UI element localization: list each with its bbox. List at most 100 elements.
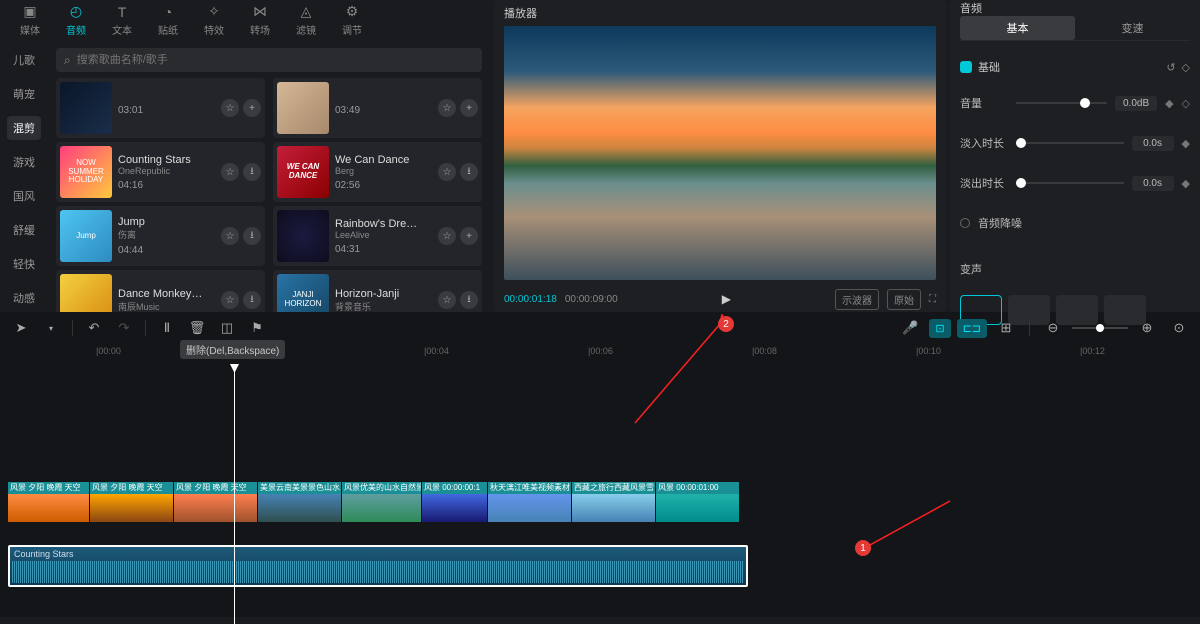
link-toggle[interactable]: ⊏⊐: [957, 319, 987, 338]
delete-tool[interactable]: 🗑: [184, 315, 210, 341]
add-download-icon[interactable]: +: [460, 99, 478, 117]
volume-stepper[interactable]: ◆: [1165, 97, 1173, 110]
music-card[interactable]: JANJI HORIZON Horizon-Janji 背景音乐 ☆ ⭳: [273, 270, 482, 312]
reset-icon[interactable]: ↺: [1166, 61, 1175, 74]
music-thumbnail: NOW SUMMER HOLIDAY: [60, 146, 112, 198]
music-artist: 南辰Music: [118, 300, 215, 313]
undo-button[interactable]: ↶: [81, 315, 107, 341]
add-download-icon[interactable]: +: [243, 99, 261, 117]
video-clip[interactable]: 风景 夕阳 晚霞 天空: [8, 482, 90, 522]
add-download-icon[interactable]: ⭳: [243, 163, 261, 181]
play-button[interactable]: ▶: [722, 292, 731, 306]
video-clip[interactable]: 风景优美的山水自然景: [342, 482, 422, 522]
tab-audio[interactable]: ◴音频: [54, 1, 98, 39]
scope-button[interactable]: 示波器: [835, 289, 879, 310]
split-tool[interactable]: Ⅱ: [154, 315, 180, 341]
keyframe-icon[interactable]: ◇: [1182, 61, 1190, 74]
tab-effect[interactable]: ✧特效: [192, 1, 236, 39]
tab-transition[interactable]: ⋈转场: [238, 1, 282, 39]
video-clip[interactable]: 秋天漓江唯美视频素材: [488, 482, 572, 522]
timeline-body[interactable]: ▢ 🔇 封面 ♪ 风景 夕阳 晚霞 天空 风景 夕阳 晚霞 天空 风景 夕阳 晚…: [0, 364, 1200, 617]
search-bar[interactable]: ⌕: [56, 48, 482, 72]
sidebar-item-4[interactable]: 国风: [7, 184, 41, 208]
favorite-icon[interactable]: ☆: [221, 291, 239, 309]
flag-tool[interactable]: ⚑: [244, 315, 270, 341]
add-download-icon[interactable]: ⭳: [460, 291, 478, 309]
sidebar-item-5[interactable]: 舒缓: [7, 218, 41, 242]
zoom-in-button[interactable]: ⊕: [1134, 315, 1160, 341]
select-dropdown[interactable]: ▾: [38, 315, 64, 341]
tab-text[interactable]: T文本: [100, 1, 144, 39]
music-duration: 03:01: [118, 105, 215, 116]
favorite-icon[interactable]: ☆: [221, 227, 239, 245]
zoom-slider[interactable]: [1072, 327, 1128, 329]
preview-viewport[interactable]: [504, 26, 936, 280]
tab-media[interactable]: ▣媒体: [8, 1, 52, 39]
music-card[interactable]: 03:01 ☆ +: [56, 78, 265, 138]
prop-tab-basic[interactable]: 基本: [960, 16, 1075, 40]
favorite-icon[interactable]: ☆: [438, 291, 456, 309]
fadeout-value[interactable]: 0.0s: [1132, 176, 1174, 191]
tab-sticker[interactable]: ◔贴纸: [146, 1, 190, 39]
fadeout-slider[interactable]: [1016, 182, 1124, 184]
video-clip[interactable]: 风景 00:00:00:1: [422, 482, 488, 522]
clip-label: 风景 00:00:00:1: [422, 482, 487, 494]
sidebar-item-6[interactable]: 轻快: [7, 252, 41, 276]
fadein-slider[interactable]: [1016, 142, 1124, 144]
fadein-label: 淡入时长: [960, 135, 1008, 151]
video-track[interactable]: 风景 夕阳 晚霞 天空 风景 夕阳 晚霞 天空 风景 夕阳 晚霞 天空 美景云南…: [8, 482, 740, 522]
add-download-icon[interactable]: ⭳: [243, 291, 261, 309]
music-card[interactable]: NOW SUMMER HOLIDAY Counting Stars OneRep…: [56, 142, 265, 202]
select-tool[interactable]: ➤: [8, 315, 34, 341]
fadeout-stepper[interactable]: ◆: [1182, 177, 1190, 190]
add-download-icon[interactable]: ⭳: [243, 227, 261, 245]
search-input[interactable]: [77, 54, 474, 66]
favorite-icon[interactable]: ☆: [221, 99, 239, 117]
magnet-toggle[interactable]: ⊡: [929, 319, 950, 338]
video-clip[interactable]: 美景云南美景景色山水: [258, 482, 342, 522]
video-clip[interactable]: 风景 00:00:01:00: [656, 482, 740, 522]
favorite-icon[interactable]: ☆: [438, 99, 456, 117]
preview-toggle[interactable]: ⊞: [993, 315, 1019, 341]
zoom-out-button[interactable]: ⊖: [1040, 315, 1066, 341]
tab-filter[interactable]: ◬滤镜: [284, 1, 328, 39]
music-card[interactable]: Rainbow's Dre… LeeAlive 04:31 ☆ +: [273, 206, 482, 266]
audio-clip[interactable]: Counting Stars: [8, 545, 748, 587]
original-button[interactable]: 原始: [887, 289, 921, 310]
sidebar-item-0[interactable]: 儿歌: [7, 48, 41, 72]
favorite-icon[interactable]: ☆: [221, 163, 239, 181]
sidebar-item-7[interactable]: 动感: [7, 286, 41, 310]
redo-button[interactable]: ↷: [111, 315, 137, 341]
zoom-fit-button[interactable]: ⊙: [1166, 315, 1192, 341]
music-card[interactable]: Jump Jump 伤离 04:44 ☆ ⭳: [56, 206, 265, 266]
fadein-value[interactable]: 0.0s: [1132, 136, 1174, 151]
music-artist: OneRepublic: [118, 166, 215, 176]
sidebar-item-2[interactable]: 混剪: [7, 116, 41, 140]
fadein-stepper[interactable]: ◆: [1182, 137, 1190, 150]
playhead[interactable]: [234, 364, 235, 624]
add-download-icon[interactable]: +: [460, 227, 478, 245]
volume-value[interactable]: 0.0dB: [1115, 96, 1157, 111]
music-card[interactable]: Dance Monkey… 南辰Music ☆ ⭳: [56, 270, 265, 312]
video-clip[interactable]: 西藏之旅行西藏风景雪: [572, 482, 656, 522]
clip-label: 风景 00:00:01:00: [656, 482, 739, 494]
fullscreen-icon[interactable]: ⛶: [929, 294, 936, 305]
basic-toggle[interactable]: [960, 61, 972, 73]
sidebar-item-3[interactable]: 游戏: [7, 150, 41, 174]
music-card[interactable]: 03:49 ☆ +: [273, 78, 482, 138]
volume-slider[interactable]: [1016, 102, 1107, 104]
video-clip[interactable]: 风景 夕阳 晚霞 天空: [174, 482, 258, 522]
video-clip[interactable]: 风景 夕阳 晚霞 天空: [90, 482, 174, 522]
favorite-icon[interactable]: ☆: [438, 227, 456, 245]
add-download-icon[interactable]: ⭳: [460, 163, 478, 181]
tab-adjust[interactable]: ⚙调节: [330, 1, 374, 39]
crop-tool[interactable]: ◫: [214, 315, 240, 341]
prop-tab-speed[interactable]: 变速: [1075, 16, 1190, 40]
sidebar-item-1[interactable]: 萌宠: [7, 82, 41, 106]
volume-keyframe-icon[interactable]: ◇: [1182, 97, 1190, 110]
music-duration: 04:16: [118, 180, 215, 191]
denoise-toggle[interactable]: [960, 218, 970, 228]
mic-icon[interactable]: 🎤: [897, 315, 923, 341]
favorite-icon[interactable]: ☆: [438, 163, 456, 181]
music-card[interactable]: WE CAN DANCE We Can Dance Berg 02:56 ☆ ⭳: [273, 142, 482, 202]
